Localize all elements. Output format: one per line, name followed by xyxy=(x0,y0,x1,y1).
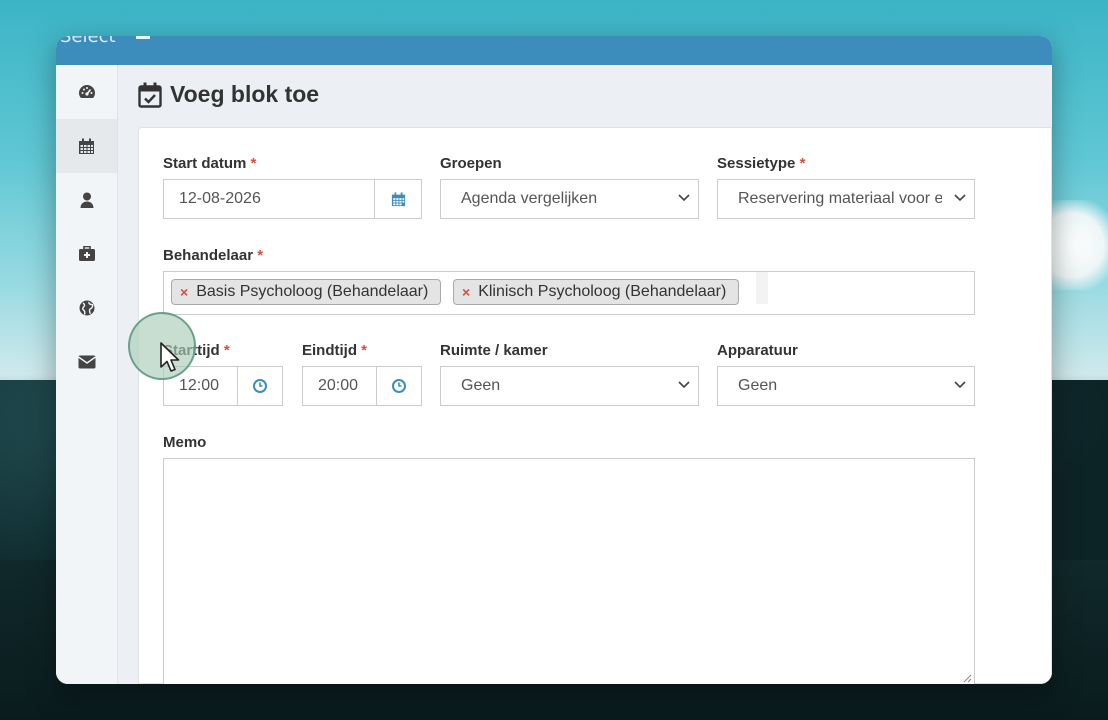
start-date-label: Start datum * xyxy=(163,155,257,172)
clock-icon xyxy=(253,379,267,393)
timepicker-button[interactable] xyxy=(237,367,282,405)
search-field[interactable] xyxy=(756,272,768,304)
mouse-cursor-icon xyxy=(160,342,180,372)
page-title-text: Voeg blok toe xyxy=(170,81,320,107)
sidebar-item-messages[interactable] xyxy=(56,335,117,389)
groups-select[interactable]: Agenda vergelijken xyxy=(440,179,699,219)
calendar-icon xyxy=(391,191,405,206)
dashboard-icon xyxy=(78,85,95,98)
practitioner-multiselect[interactable]: × Basis Psycholoog (Behandelaar) × Klini… xyxy=(163,271,975,315)
sidebar-item-users[interactable] xyxy=(56,173,117,227)
medkit-icon xyxy=(78,246,95,261)
practitioner-label: Behandelaar * xyxy=(163,247,264,264)
main-content: Voeg blok toe Start datum * 12-08-2026 G… xyxy=(118,65,1052,684)
remove-tag-icon[interactable]: × xyxy=(462,284,470,300)
room-select[interactable]: Geen xyxy=(440,366,699,406)
equipment-label: Apparatuur xyxy=(717,342,798,359)
room-label: Ruimte / kamer xyxy=(440,342,548,359)
session-type-select[interactable]: Reservering materiaal voor e xyxy=(717,179,975,219)
user-icon xyxy=(80,192,93,208)
app-window: Select Voeg blok toe Start datum * 12-08… xyxy=(56,36,1052,684)
sidebar xyxy=(56,65,118,684)
groups-label: Groepen xyxy=(440,155,502,172)
globe-icon xyxy=(79,300,94,316)
envelope-icon xyxy=(77,355,96,369)
chevron-down-icon xyxy=(678,194,690,202)
end-time-input[interactable]: 20:00 xyxy=(302,366,422,406)
top-navbar: Select xyxy=(56,36,1052,65)
sidebar-item-dashboard[interactable] xyxy=(56,65,117,119)
memo-textarea[interactable] xyxy=(163,458,975,684)
calendar-check-icon xyxy=(138,82,162,108)
timepicker-button[interactable] xyxy=(376,367,421,405)
equipment-select[interactable]: Geen xyxy=(717,366,975,406)
form-box: Start datum * 12-08-2026 Groepen Agenda … xyxy=(138,127,1052,684)
sidebar-item-calendar[interactable] xyxy=(56,119,117,173)
calendar-icon xyxy=(79,138,94,154)
remove-tag-icon[interactable]: × xyxy=(180,284,188,300)
menu-toggle-icon[interactable] xyxy=(136,36,150,39)
clock-icon xyxy=(392,379,406,393)
resize-handle-icon[interactable] xyxy=(963,674,972,683)
practitioner-tag[interactable]: × Klinisch Psycholoog (Behandelaar) xyxy=(453,279,740,305)
session-type-label: Sessietype * xyxy=(717,155,806,172)
chevron-down-icon xyxy=(678,381,690,389)
sidebar-item-medical[interactable] xyxy=(56,227,117,281)
sidebar-item-globe[interactable] xyxy=(56,281,117,335)
page-title: Voeg blok toe xyxy=(138,81,319,108)
end-time-label: Eindtijd * xyxy=(302,342,368,359)
chevron-down-icon xyxy=(954,381,966,389)
start-date-input[interactable]: 12-08-2026 xyxy=(163,179,422,219)
chevron-down-icon xyxy=(954,194,966,202)
practitioner-tag[interactable]: × Basis Psycholoog (Behandelaar) xyxy=(171,279,442,305)
brand-logo-text[interactable]: Select xyxy=(60,36,116,47)
memo-label: Memo xyxy=(163,434,207,451)
datepicker-button[interactable] xyxy=(374,180,421,218)
